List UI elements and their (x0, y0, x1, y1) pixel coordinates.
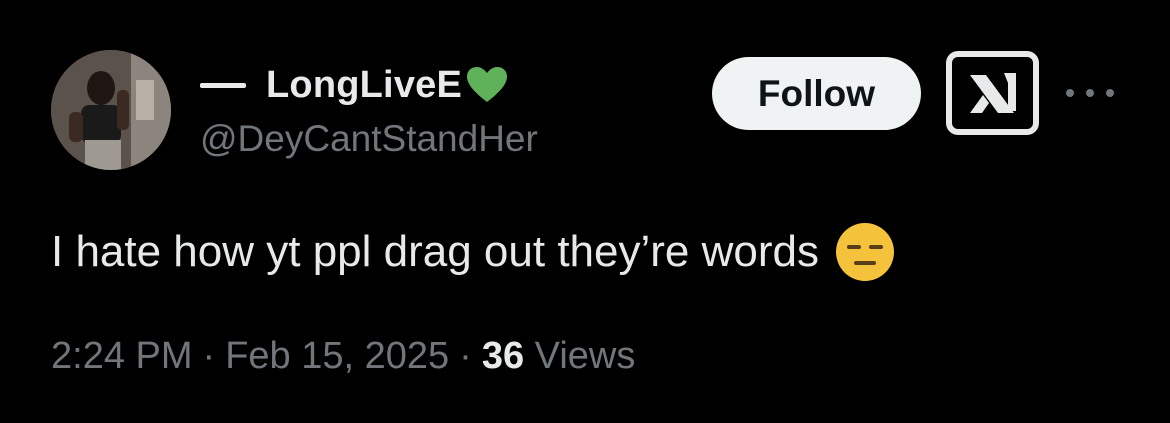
views-count[interactable]: 36 (482, 335, 524, 377)
display-name[interactable]: LongLiveE (266, 64, 462, 107)
author-handle[interactable]: @DeyCantStandHer (200, 118, 538, 160)
more-dot (1086, 89, 1094, 97)
expressionless-face-icon (835, 222, 895, 282)
tweet-text-content: I hate how yt ppl drag out they’re words (51, 227, 819, 276)
views-label[interactable]: Views (535, 335, 636, 377)
avatar[interactable] (51, 50, 171, 170)
tweet-text: I hate how yt ppl drag out they’re words (51, 222, 895, 282)
author-name-row[interactable]: LongLiveE (200, 60, 508, 110)
more-icon[interactable] (1066, 83, 1114, 103)
name-dash (200, 82, 246, 88)
more-dot (1106, 89, 1114, 97)
tweet-meta: 2:24 PM · Feb 15, 2025 · 36 Views (51, 335, 635, 378)
follow-button[interactable]: Follow (712, 57, 921, 130)
tweet-time[interactable]: 2:24 PM (51, 335, 193, 377)
meta-separator: · (459, 335, 472, 377)
green-heart-icon (466, 66, 508, 104)
tweet-date[interactable]: Feb 15, 2025 (225, 335, 449, 377)
grok-icon[interactable] (946, 51, 1039, 135)
more-dot (1066, 89, 1074, 97)
meta-separator: · (202, 335, 216, 377)
avatar-photo (51, 50, 171, 170)
